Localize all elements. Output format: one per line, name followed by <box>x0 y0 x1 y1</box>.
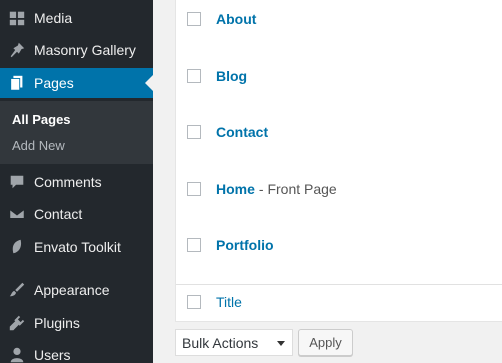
pages-icon <box>7 73 27 93</box>
table-row: Portfolio <box>176 237 502 253</box>
sidebar-item-label: Envato Toolkit <box>34 239 121 255</box>
row-checkbox[interactable] <box>187 182 201 196</box>
table-footer-row: Title <box>176 294 502 310</box>
row-checkbox[interactable] <box>187 238 201 252</box>
pin-icon <box>7 40 27 60</box>
admin-sidebar: Media Masonry Gallery Pages All Pages Ad… <box>0 0 153 363</box>
sidebar-item-label: Appearance <box>34 282 110 298</box>
sidebar-item-comments[interactable]: Comments <box>0 167 153 197</box>
plug-icon <box>7 313 27 333</box>
title-column-header[interactable]: Title <box>216 294 242 310</box>
sidebar-item-appearance[interactable]: Appearance <box>0 275 153 305</box>
bulk-actions-select[interactable]: Bulk Actions <box>175 329 293 356</box>
leaf-icon <box>7 237 27 257</box>
table-row: About <box>176 11 502 27</box>
table-row: Contact <box>176 124 502 140</box>
pages-submenu: All Pages Add New <box>0 101 153 164</box>
sidebar-item-label: Masonry Gallery <box>34 42 136 58</box>
sidebar-item-label: Plugins <box>34 315 80 331</box>
page-state-label: - Front Page <box>258 181 337 197</box>
page-title-link[interactable]: Home <box>216 181 255 197</box>
sidebar-item-media[interactable]: Media <box>0 3 153 33</box>
media-icon <box>7 8 27 28</box>
bulk-actions-value: Bulk Actions <box>182 334 259 351</box>
chevron-down-icon <box>277 341 285 346</box>
row-checkbox[interactable] <box>187 12 201 26</box>
sidebar-item-envato-toolkit[interactable]: Envato Toolkit <box>0 232 153 262</box>
sidebar-item-label: Comments <box>34 174 102 190</box>
sidebar-item-label: Contact <box>34 206 83 222</box>
sidebar-item-users[interactable]: Users <box>0 340 153 363</box>
apply-button[interactable]: Apply <box>298 329 353 356</box>
user-icon <box>7 345 27 363</box>
submenu-item-all-pages[interactable]: All Pages <box>12 112 71 127</box>
sidebar-item-contact[interactable]: Contact <box>0 199 153 229</box>
page-title-link[interactable]: Contact <box>216 124 268 140</box>
sidebar-item-pages[interactable]: Pages <box>0 68 153 98</box>
comment-icon <box>7 172 27 192</box>
table-footer-divider <box>176 284 502 285</box>
page-title-link[interactable]: About <box>216 11 256 27</box>
brush-icon <box>7 280 27 300</box>
row-checkbox[interactable] <box>187 69 201 83</box>
sidebar-item-masonry-gallery[interactable]: Masonry Gallery <box>0 35 153 65</box>
select-all-checkbox[interactable] <box>187 295 201 309</box>
sidebar-item-label: Users <box>34 347 71 363</box>
table-row: Home - Front Page <box>176 181 502 197</box>
envelope-icon <box>7 204 27 224</box>
row-checkbox[interactable] <box>187 125 201 139</box>
sidebar-item-label: Pages <box>34 75 74 91</box>
sidebar-item-label: Media <box>34 10 73 26</box>
sidebar-item-plugins[interactable]: Plugins <box>0 308 153 338</box>
page-title-link[interactable]: Portfolio <box>216 237 274 253</box>
page-title-link[interactable]: Blog <box>216 68 247 84</box>
submenu-item-add-new[interactable]: Add New <box>12 138 65 153</box>
table-row: Blog <box>176 68 502 84</box>
pages-list-table: About Blog Contact Home - Front Page Por… <box>175 0 502 322</box>
